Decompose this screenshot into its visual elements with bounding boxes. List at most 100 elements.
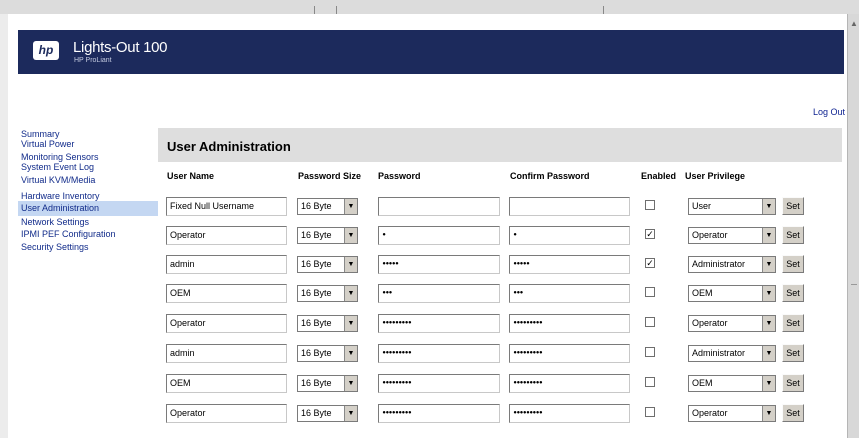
hp-logo: hp bbox=[33, 41, 59, 60]
chevron-down-icon[interactable]: ▼ bbox=[344, 257, 357, 272]
password-size-select[interactable]: 16 Byte ▼ bbox=[297, 198, 358, 215]
chevron-down-icon[interactable]: ▼ bbox=[762, 228, 775, 243]
column-header-password-size: Password Size bbox=[298, 171, 362, 181]
username-input[interactable]: Operator bbox=[166, 314, 287, 333]
enabled-checkbox[interactable]: ✓ bbox=[645, 229, 655, 239]
chevron-down-icon[interactable]: ▼ bbox=[344, 346, 357, 361]
user-privilege-select[interactable]: User ▼ bbox=[688, 198, 776, 215]
vertical-scrollbar[interactable]: ▲ bbox=[847, 14, 859, 438]
chevron-down-icon[interactable]: ▼ bbox=[762, 406, 775, 421]
confirm-password-input[interactable]: ••••••••• bbox=[509, 404, 630, 423]
password-size-select[interactable]: 16 Byte ▼ bbox=[297, 256, 358, 273]
chevron-down-icon[interactable]: ▼ bbox=[762, 286, 775, 301]
table-row: admin 16 Byte ▼ ••••• ••••• ✓ Administrator ▼ Se… bbox=[8, 255, 847, 275]
user-privilege-select[interactable]: OEM ▼ bbox=[688, 285, 776, 302]
confirm-password-input[interactable]: ••• bbox=[509, 284, 630, 303]
password-size-select[interactable]: 16 Byte ▼ bbox=[297, 375, 358, 392]
username-input[interactable]: Operator bbox=[166, 226, 287, 245]
user-privilege-value: OEM bbox=[692, 288, 713, 298]
password-size-select[interactable]: 16 Byte ▼ bbox=[297, 315, 358, 332]
browser-top-strip bbox=[0, 0, 859, 14]
user-privilege-value: OEM bbox=[692, 378, 713, 388]
chevron-down-icon[interactable]: ▼ bbox=[344, 286, 357, 301]
password-size-select[interactable]: 16 Byte ▼ bbox=[297, 227, 358, 244]
sidebar-item-virtual-kvm-media[interactable]: Virtual KVM/Media bbox=[18, 175, 158, 185]
username-input[interactable]: OEM bbox=[166, 284, 287, 303]
enabled-checkbox[interactable] bbox=[645, 347, 655, 357]
chevron-down-icon[interactable]: ▼ bbox=[762, 316, 775, 331]
table-row: Operator 16 Byte ▼ ••••••••• ••••••••• Operat… bbox=[8, 314, 847, 334]
scrollbar-thumb[interactable] bbox=[851, 284, 857, 285]
set-button[interactable]: Set bbox=[782, 255, 804, 273]
product-title: Lights-Out 100 bbox=[73, 39, 168, 56]
chevron-down-icon[interactable]: ▼ bbox=[762, 376, 775, 391]
chevron-down-icon[interactable]: ▼ bbox=[344, 228, 357, 243]
table-row: OEM 16 Byte ▼ ••••••••• ••••••••• OEM ▼ Set bbox=[8, 374, 847, 394]
username-input[interactable]: Fixed Null Username bbox=[166, 197, 287, 216]
chevron-down-icon[interactable]: ▼ bbox=[344, 199, 357, 214]
sidebar-item-summary[interactable]: Summary bbox=[18, 129, 158, 139]
user-privilege-value: Administrator bbox=[692, 348, 746, 358]
user-privilege-select[interactable]: Operator ▼ bbox=[688, 315, 776, 332]
chevron-down-icon[interactable]: ▼ bbox=[762, 257, 775, 272]
password-input[interactable]: ••••••••• bbox=[378, 314, 500, 333]
user-privilege-value: User bbox=[692, 201, 712, 211]
enabled-checkbox[interactable] bbox=[645, 200, 655, 210]
username-input[interactable]: admin bbox=[166, 344, 287, 363]
user-privilege-value: Operator bbox=[692, 408, 728, 418]
product-subtitle: HP ProLiant bbox=[74, 57, 112, 64]
chevron-down-icon[interactable]: ▼ bbox=[344, 316, 357, 331]
enabled-checkbox[interactable]: ✓ bbox=[645, 258, 655, 268]
chevron-down-icon[interactable]: ▼ bbox=[762, 346, 775, 361]
set-button[interactable]: Set bbox=[782, 226, 804, 244]
enabled-checkbox[interactable] bbox=[645, 317, 655, 327]
chevron-down-icon[interactable]: ▼ bbox=[344, 406, 357, 421]
user-privilege-select[interactable]: Operator ▼ bbox=[688, 405, 776, 422]
confirm-password-input[interactable]: ••••• bbox=[509, 255, 630, 274]
table-row: Fixed Null Username 16 Byte ▼ User ▼ Set bbox=[8, 197, 847, 217]
sidebar-item-system-event-log[interactable]: System Event Log bbox=[18, 162, 158, 172]
checkmark-icon: ✓ bbox=[646, 229, 654, 239]
password-size-select[interactable]: 16 Byte ▼ bbox=[297, 345, 358, 362]
username-input[interactable]: Operator bbox=[166, 404, 287, 423]
confirm-password-input[interactable]: • bbox=[509, 226, 630, 245]
confirm-password-input[interactable]: ••••••••• bbox=[509, 344, 630, 363]
user-privilege-select[interactable]: OEM ▼ bbox=[688, 375, 776, 392]
enabled-checkbox[interactable] bbox=[645, 407, 655, 417]
password-input[interactable]: • bbox=[378, 226, 500, 245]
user-privilege-select[interactable]: Operator ▼ bbox=[688, 227, 776, 244]
chevron-down-icon[interactable]: ▼ bbox=[344, 376, 357, 391]
password-size-select[interactable]: 16 Byte ▼ bbox=[297, 405, 358, 422]
password-size-value: 16 Byte bbox=[301, 348, 332, 358]
password-input[interactable]: ••••••••• bbox=[378, 344, 500, 363]
password-input[interactable] bbox=[378, 197, 500, 216]
password-size-select[interactable]: 16 Byte ▼ bbox=[297, 285, 358, 302]
sidebar-item-virtual-power[interactable]: Virtual Power bbox=[18, 139, 158, 149]
user-privilege-value: Operator bbox=[692, 230, 728, 240]
confirm-password-input[interactable] bbox=[509, 197, 630, 216]
username-input[interactable]: OEM bbox=[166, 374, 287, 393]
password-input[interactable]: ••••••••• bbox=[378, 374, 500, 393]
confirm-password-input[interactable]: ••••••••• bbox=[509, 314, 630, 333]
confirm-password-input[interactable]: ••••••••• bbox=[509, 374, 630, 393]
column-header-confirm-password: Confirm Password bbox=[510, 171, 590, 181]
sidebar-item-monitoring-sensors[interactable]: Monitoring Sensors bbox=[18, 152, 158, 162]
enabled-checkbox[interactable] bbox=[645, 377, 655, 387]
set-button[interactable]: Set bbox=[782, 404, 804, 422]
logout-link[interactable]: Log Out bbox=[813, 107, 845, 117]
set-button[interactable]: Set bbox=[782, 284, 804, 302]
enabled-checkbox[interactable] bbox=[645, 287, 655, 297]
password-input[interactable]: ••••••••• bbox=[378, 404, 500, 423]
table-row: OEM 16 Byte ▼ ••• ••• OEM ▼ Set bbox=[8, 284, 847, 304]
username-input[interactable]: admin bbox=[166, 255, 287, 274]
set-button[interactable]: Set bbox=[782, 197, 804, 215]
password-input[interactable]: ••••• bbox=[378, 255, 500, 274]
set-button[interactable]: Set bbox=[782, 374, 804, 392]
user-privilege-select[interactable]: Administrator ▼ bbox=[688, 345, 776, 362]
password-input[interactable]: ••• bbox=[378, 284, 500, 303]
scroll-up-arrow-icon[interactable]: ▲ bbox=[850, 20, 858, 28]
chevron-down-icon[interactable]: ▼ bbox=[762, 199, 775, 214]
set-button[interactable]: Set bbox=[782, 344, 804, 362]
user-privilege-select[interactable]: Administrator ▼ bbox=[688, 256, 776, 273]
set-button[interactable]: Set bbox=[782, 314, 804, 332]
